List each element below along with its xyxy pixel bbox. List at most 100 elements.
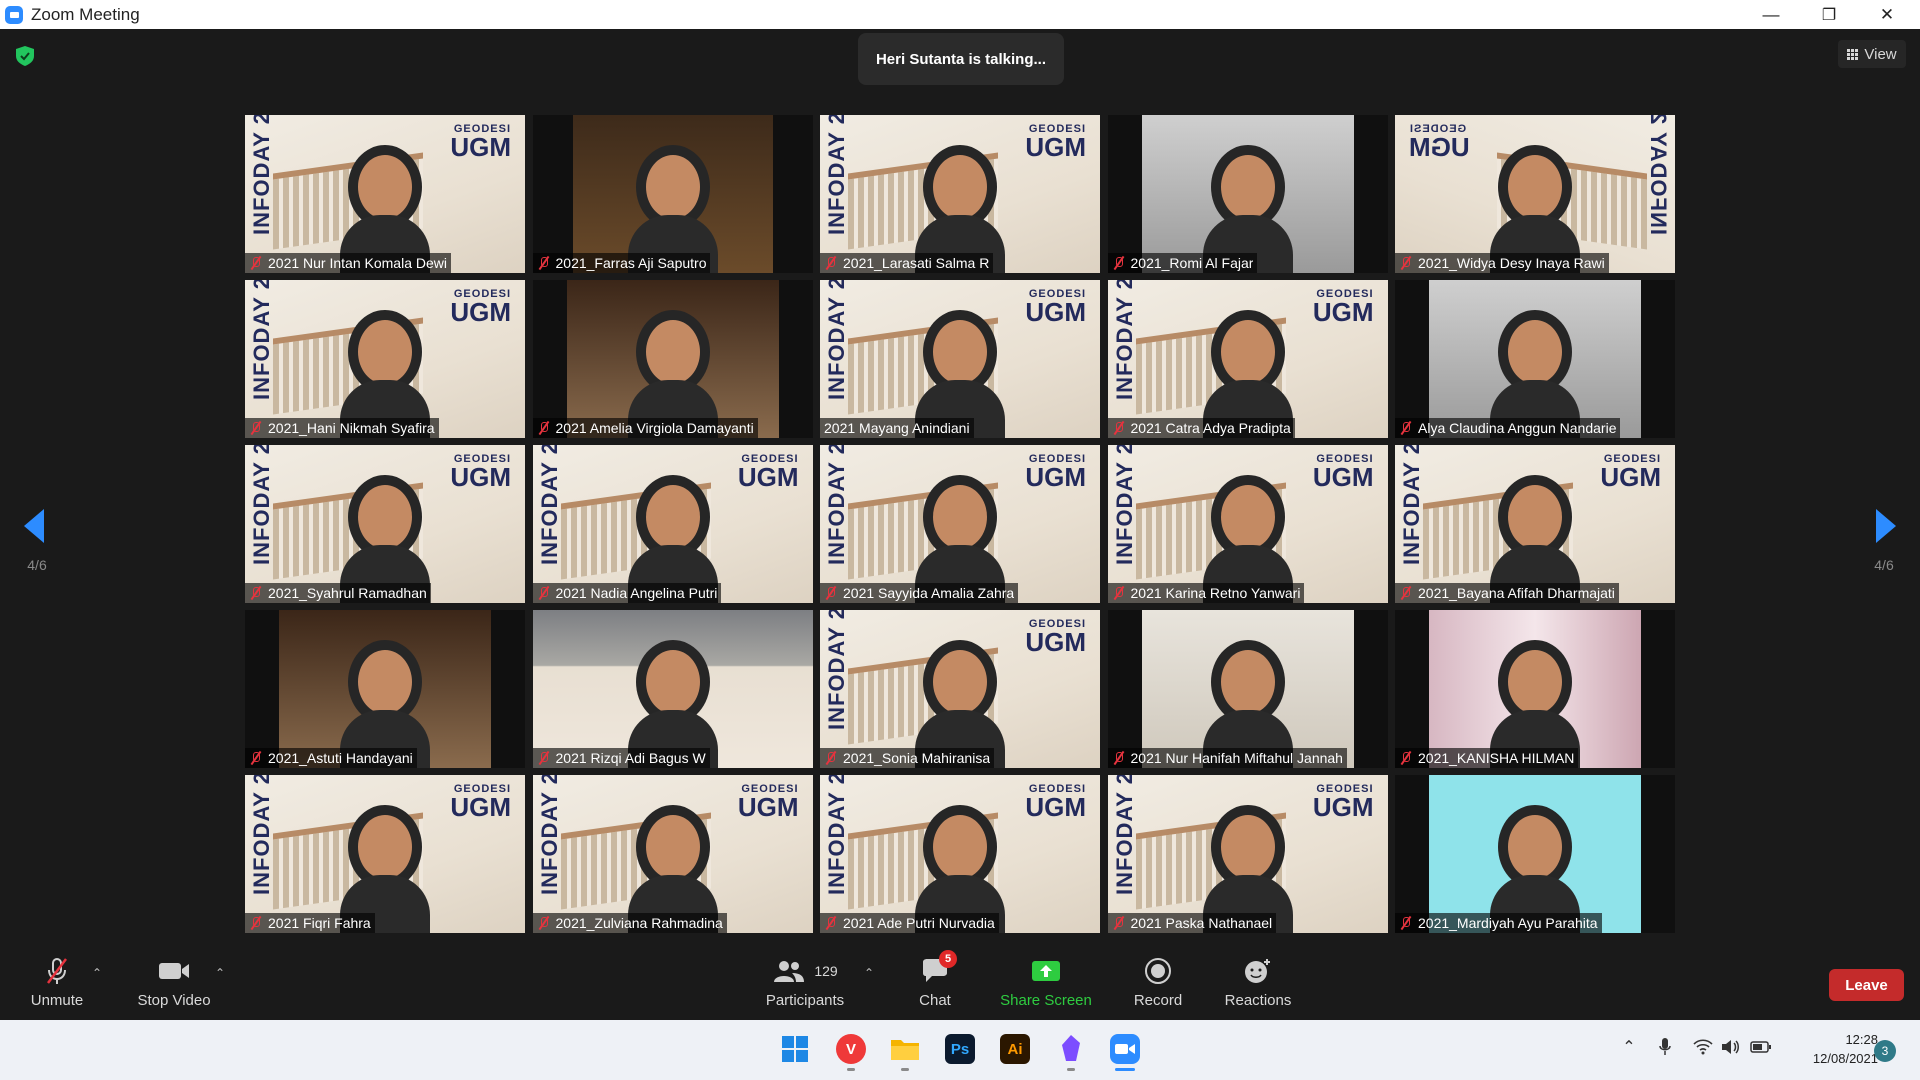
- illustrator-icon[interactable]: Ai: [1000, 1034, 1030, 1064]
- participant-name-bar: 2021_Sonia Mahiranisa: [820, 748, 995, 768]
- unmute-button[interactable]: Unmute: [26, 956, 88, 1009]
- participant-name: 2021 Fiqri Fahra: [268, 915, 371, 931]
- participant-name: 2021 Catra Adya Pradipta: [1130, 420, 1291, 436]
- muted-mic-icon: [537, 586, 551, 600]
- participant-tile[interactable]: INFODAY 2021 GEODESI UGM 2021 Nadia Angelin…: [532, 445, 813, 603]
- poster-infoday-text: INFODAY 2021: [249, 775, 274, 895]
- poster-infoday-text: INFODAY 2021: [249, 115, 274, 235]
- show-hidden-icons-chevron-icon[interactable]: ⌃: [1618, 1036, 1640, 1058]
- poster-geodesi-ugm-logo: GEODESI UGM: [450, 783, 511, 822]
- chat-button[interactable]: 5 Chat: [910, 950, 960, 1009]
- speaker-volume-icon[interactable]: [1720, 1036, 1742, 1058]
- participant-tile[interactable]: INFODAY 2021 GEODESI UGM 2021_Bayana Afifah…: [1395, 445, 1675, 603]
- poster-infoday-text: INFODAY 2021: [824, 115, 849, 235]
- participants-icon-row: 129: [772, 956, 838, 986]
- muted-mic-icon: [1112, 421, 1126, 435]
- participant-tile[interactable]: INFODAY 2021 GEODESI UGM 2021 Sayyida Amali…: [820, 445, 1100, 603]
- view-button[interactable]: View: [1838, 40, 1906, 68]
- participant-name-bar: 2021 Nur Intan Komala Dewi: [245, 253, 451, 273]
- poster-geodesi-ugm-logo: GEODESI UGM: [737, 783, 799, 822]
- share-screen-button[interactable]: Share Screen: [998, 956, 1094, 1009]
- participant-tile[interactable]: INFODAY 2021 GEODESI UGM 2021 Fiqri Fahra: [245, 775, 525, 933]
- participant-tile[interactable]: INFODAY 2021 GEODESI UGM 2021_Larasati Salm…: [820, 115, 1100, 273]
- participant-name: 2021_Zulviana Rahmadina: [555, 915, 723, 931]
- participant-name-bar: 2021_Hani Nikmah Syafira: [245, 418, 439, 438]
- participant-name-bar: 2021_Larasati Salma R: [820, 253, 994, 273]
- wifi-icon[interactable]: [1692, 1036, 1714, 1058]
- gallery-grid: INFODAY 2021 GEODESI UGM 2021 Nur Intan Kom…: [245, 115, 1675, 933]
- battery-icon[interactable]: [1750, 1036, 1772, 1058]
- participant-name-bar: 2021 Fiqri Fahra: [245, 913, 375, 933]
- poster-infoday-text: INFODAY 2021: [824, 280, 849, 400]
- file-explorer-icon[interactable]: [890, 1034, 920, 1064]
- leave-button[interactable]: Leave: [1829, 969, 1904, 1001]
- obsidian-icon[interactable]: [1056, 1034, 1086, 1064]
- muted-mic-icon: [824, 586, 838, 600]
- participant-tile[interactable]: 2021_KANISHA HILMAN: [1395, 610, 1675, 768]
- grid-view-icon: [1847, 48, 1859, 60]
- poster-geodesi-ugm-logo: GEODESI UGM: [1409, 123, 1470, 162]
- participant-name: 2021_Bayana Afifah Dharmajati: [1418, 585, 1615, 601]
- stop-video-label: Stop Video: [137, 992, 211, 1009]
- participant-tile[interactable]: INFODAY 2021 GEODESI UGM 2021_Sonia Mahiran…: [820, 610, 1100, 768]
- participant-name-bar: 2021_Romi Al Fajar: [1107, 253, 1258, 273]
- next-page-arrow-icon[interactable]: [1876, 509, 1896, 543]
- participant-tile[interactable]: INFODAY 2021 GEODESI UGM 2021_Hani Nikmah S…: [245, 280, 525, 438]
- participant-tile[interactable]: INFODAY 2021 GEODESI UGM 2021 Karina Retno …: [1107, 445, 1388, 603]
- reactions-button[interactable]: Reactions: [1222, 956, 1294, 1009]
- participant-tile[interactable]: Alya Claudina Anggun Nandarie: [1395, 280, 1675, 438]
- participant-name-bar: 2021 Nur Hanifah Miftahul Jannah: [1107, 748, 1347, 768]
- poster-geodesi-ugm-logo: GEODESI UGM: [1025, 783, 1086, 822]
- participant-tile[interactable]: INFODAY 2021 GEODESI UGM 2021 Paska Nathana…: [1107, 775, 1388, 933]
- system-clock[interactable]: 12:28 12/08/2021: [1788, 1030, 1878, 1068]
- close-button[interactable]: ✕: [1858, 0, 1916, 29]
- muted-mic-icon: [1112, 751, 1126, 765]
- vivaldi-icon[interactable]: V: [836, 1034, 866, 1064]
- video-options-caret-icon[interactable]: ⌃: [215, 966, 225, 980]
- audio-options-caret-icon[interactable]: ⌃: [92, 966, 102, 980]
- security-shield-icon[interactable]: [16, 46, 34, 66]
- microphone-tray-icon[interactable]: [1654, 1036, 1676, 1058]
- participant-tile[interactable]: 2021_Astuti Handayani: [245, 610, 525, 768]
- restore-button[interactable]: ❐: [1800, 0, 1858, 29]
- poster-geodesi-ugm-logo: GEODESI UGM: [1025, 123, 1086, 162]
- participant-tile[interactable]: 2021_Mardiyah Ayu Parahita: [1395, 775, 1675, 933]
- previous-page-arrow-icon[interactable]: [24, 509, 44, 543]
- participant-tile[interactable]: 2021_Farras Aji Saputro: [532, 115, 813, 273]
- poster-infoday-text: INFODAY 2021: [249, 280, 274, 400]
- notification-count-badge[interactable]: 3: [1874, 1040, 1896, 1062]
- participant-tile[interactable]: INFODAY 2021 GEODESI UGM 2021_Zulviana Rahm…: [532, 775, 813, 933]
- participant-tile[interactable]: INFODAY 2021 GEODESI UGM 2021 Catra Adya Pr…: [1107, 280, 1388, 438]
- participant-name: 2021_Larasati Salma R: [843, 255, 990, 271]
- participant-tile[interactable]: INFODAY 2021 GEODESI UGM 2021 Mayang Anindi…: [820, 280, 1100, 438]
- vivaldi-running-indicator: [847, 1068, 855, 1071]
- record-button[interactable]: Record: [1130, 956, 1186, 1009]
- zoom-taskbar-icon[interactable]: [1110, 1034, 1140, 1064]
- muted-mic-icon: [249, 421, 263, 435]
- muted-mic-icon: [1399, 586, 1413, 600]
- reactions-label: Reactions: [1224, 992, 1292, 1009]
- participant-tile[interactable]: 2021 Rizqi Adi Bagus W: [532, 610, 813, 768]
- participant-tile[interactable]: INFODAY 2021 GEODESI UGM 2021_Syahrul Ramad…: [245, 445, 525, 603]
- participant-name-bar: 2021_Widya Desy Inaya Rawi: [1395, 253, 1609, 273]
- muted-mic-icon: [537, 916, 551, 930]
- poster-geodesi-ugm-logo: GEODESI UGM: [1312, 453, 1374, 492]
- participant-tile[interactable]: INFODAY 2021 GEODESI UGM 2021 Ade Putri Nur…: [820, 775, 1100, 933]
- participant-tile[interactable]: 2021 Nur Hanifah Miftahul Jannah: [1107, 610, 1388, 768]
- participant-name-bar: 2021 Karina Retno Yanwari: [1107, 583, 1305, 603]
- poster-infoday-text: INFODAY 2021: [1399, 445, 1424, 565]
- photoshop-icon[interactable]: Ps: [945, 1034, 975, 1064]
- participant-tile[interactable]: INFODAY 2021 GEODESI UGM 2021 Nur Intan Kom…: [245, 115, 525, 273]
- participants-button[interactable]: 129 Participants: [760, 956, 850, 1009]
- stop-video-button[interactable]: Stop Video: [134, 956, 214, 1009]
- participant-tile[interactable]: INFODAY 2021 GEODESI UGM 2021_Widya Desy In…: [1395, 115, 1675, 273]
- muted-mic-icon: [537, 421, 551, 435]
- participants-icon: [774, 961, 805, 982]
- windows-start-icon[interactable]: [780, 1034, 810, 1064]
- participants-options-caret-icon[interactable]: ⌃: [864, 966, 874, 980]
- poster-geodesi-ugm-logo: GEODESI UGM: [1600, 453, 1661, 492]
- minimize-button[interactable]: —: [1742, 0, 1800, 29]
- muted-mic-icon: [249, 916, 263, 930]
- participant-tile[interactable]: 2021_Romi Al Fajar: [1107, 115, 1388, 273]
- participant-tile[interactable]: 2021 Amelia Virgiola Damayanti: [532, 280, 813, 438]
